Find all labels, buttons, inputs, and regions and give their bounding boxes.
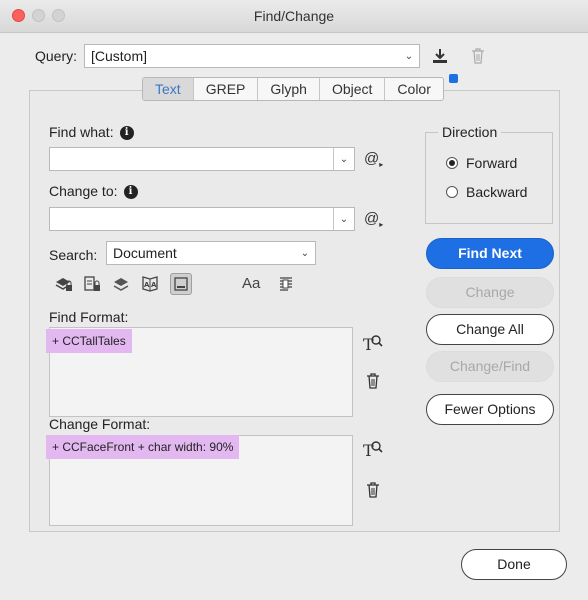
- change-find-button[interactable]: Change/Find: [426, 351, 554, 382]
- info-icon[interactable]: i: [123, 185, 138, 199]
- tab-grep[interactable]: GREP: [192, 78, 258, 100]
- delete-query-icon[interactable]: [467, 45, 489, 67]
- tab-text[interactable]: Text: [143, 78, 193, 100]
- search-scope-dropdown[interactable]: Document ⌄: [106, 241, 316, 265]
- whole-word-icon[interactable]: [275, 273, 297, 295]
- radio-selected-icon[interactable]: [446, 157, 458, 169]
- direction-group: [425, 132, 553, 224]
- direction-backward-radio[interactable]: Backward: [446, 184, 527, 200]
- query-label: Query:: [35, 48, 78, 64]
- tab-color[interactable]: Color: [384, 78, 442, 100]
- done-button[interactable]: Done: [461, 549, 567, 580]
- specify-find-format-icon[interactable]: T: [362, 332, 384, 354]
- find-format-label: Find Format:: [49, 309, 129, 325]
- find-format-tag: + CCTallTales: [46, 329, 132, 353]
- save-query-icon[interactable]: [429, 45, 451, 67]
- special-characters-change-icon[interactable]: @▸: [364, 210, 383, 229]
- chevron-down-icon: ⌄: [404, 50, 414, 62]
- fewer-options-button[interactable]: Fewer Options: [426, 394, 554, 425]
- forward-label: Forward: [466, 155, 518, 171]
- change-to-row: Change to: i: [49, 183, 138, 199]
- tab-glyph[interactable]: Glyph: [257, 78, 319, 100]
- footnotes-icon[interactable]: [170, 273, 192, 295]
- special-characters-find-icon[interactable]: @▸: [364, 150, 383, 169]
- locked-layers-icon[interactable]: [53, 273, 75, 295]
- svg-text:A: A: [144, 281, 150, 289]
- svg-text:A: A: [151, 281, 157, 289]
- clear-change-format-icon[interactable]: [362, 479, 384, 501]
- search-label: Search:: [49, 247, 98, 263]
- find-what-field[interactable]: ⌄: [49, 147, 355, 171]
- chevron-down-icon[interactable]: ⌄: [333, 148, 354, 170]
- chevron-down-icon[interactable]: ⌄: [333, 208, 354, 230]
- direction-forward-radio[interactable]: Forward: [446, 155, 517, 171]
- info-icon[interactable]: i: [119, 126, 134, 140]
- chevron-down-icon: ⌄: [300, 247, 310, 259]
- change-to-field[interactable]: ⌄: [49, 207, 355, 231]
- find-next-button[interactable]: Find Next: [426, 238, 554, 269]
- direction-label: Direction: [438, 124, 502, 140]
- backward-label: Backward: [466, 184, 528, 200]
- tab-bar: Text GREP Glyph Object Color: [142, 77, 444, 101]
- window-title: Find/Change: [253, 8, 335, 24]
- find-what-label: Find what:: [49, 124, 114, 140]
- locked-stories-icon[interactable]: [81, 273, 103, 295]
- change-to-label: Change to:: [49, 183, 118, 199]
- case-sensitive-icon[interactable]: Aa: [242, 275, 260, 292]
- hidden-layers-icon[interactable]: [110, 273, 132, 295]
- change-format-label: Change Format:: [49, 416, 151, 432]
- change-all-button[interactable]: Change All: [426, 314, 554, 345]
- change-button[interactable]: Change: [426, 277, 554, 308]
- change-format-tag: + CCFaceFront + char width: 90%: [46, 435, 240, 459]
- specify-change-format-icon[interactable]: T: [362, 438, 384, 460]
- search-scope-value: Document: [113, 245, 177, 261]
- tab-indicator-badge: [449, 74, 458, 83]
- query-dropdown[interactable]: [Custom] ⌄: [84, 44, 420, 68]
- tab-object[interactable]: Object: [318, 78, 384, 100]
- find-what-row: Find what: i: [49, 124, 134, 140]
- clear-find-format-icon[interactable]: [362, 370, 384, 392]
- query-value: [Custom]: [91, 48, 148, 64]
- master-pages-icon[interactable]: AA: [139, 273, 161, 295]
- radio-unselected-icon[interactable]: [446, 186, 458, 198]
